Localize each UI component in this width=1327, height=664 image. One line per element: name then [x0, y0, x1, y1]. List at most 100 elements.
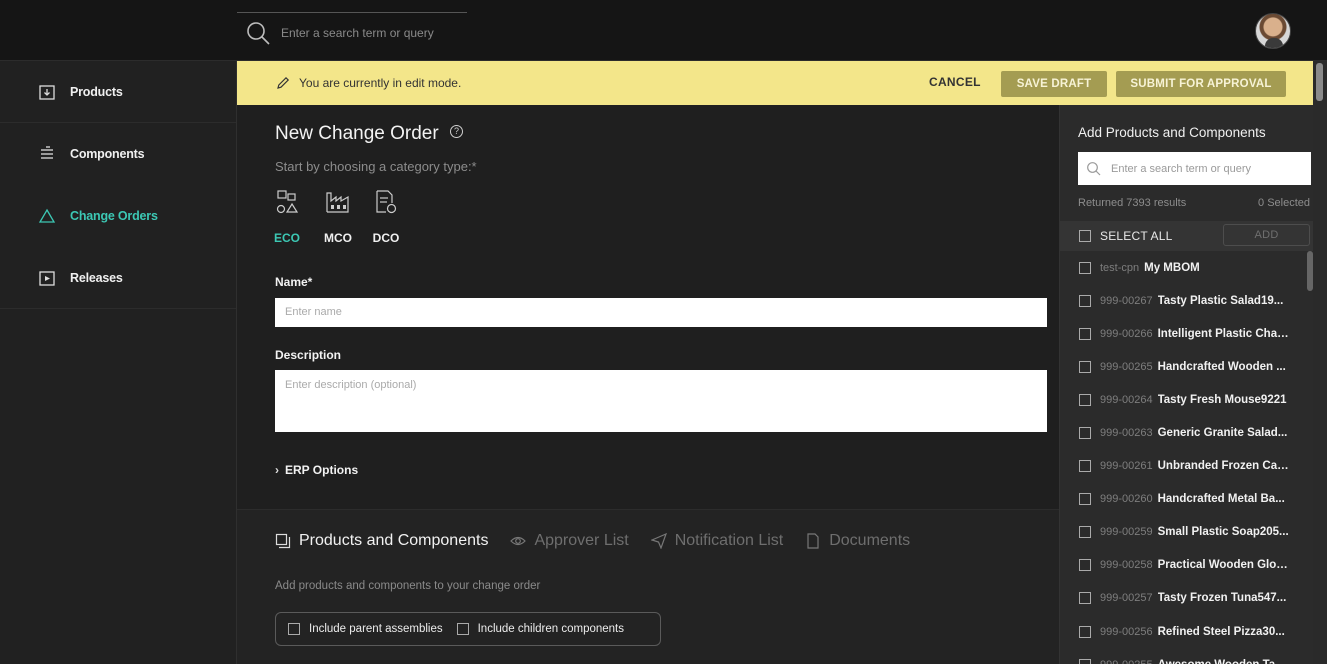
sidebar: Products Components Change Orders Releas… — [0, 61, 237, 664]
checkbox-box — [456, 623, 469, 635]
list-item[interactable]: 999-00266 Intelligent Plastic Chai... — [1060, 317, 1314, 350]
list-item[interactable]: 999-00267 Tasty Plastic Salad19... — [1060, 284, 1314, 317]
item-checkbox[interactable] — [1079, 460, 1091, 473]
item-name: Refined Steel Pizza30... — [1157, 625, 1285, 638]
factory-icon — [326, 192, 349, 213]
category-label: ECO — [273, 231, 300, 245]
include-children-checkbox[interactable]: Include children components — [456, 623, 624, 635]
include-options: Include parent assemblies Include childr… — [275, 612, 661, 646]
edit-mode-message: You are currently in edit mode. — [299, 76, 462, 90]
erp-options-label: ERP Options — [285, 463, 359, 477]
list-item[interactable]: 999-00264 Tasty Fresh Mouse9221 — [1060, 383, 1314, 416]
products-hint: Add products and components to your chan… — [275, 580, 541, 592]
item-name: Tasty Frozen Tuna547... — [1157, 592, 1287, 605]
change-order-details: Products and Components Approver List No… — [237, 509, 1059, 664]
page-title: New Change Order — [275, 123, 439, 144]
global-search-input[interactable]: Enter a search term or query — [281, 26, 434, 40]
item-cpn: 999-00265 — [1100, 360, 1153, 373]
sidebar-item-label: Releases — [70, 270, 123, 285]
item-checkbox[interactable] — [1079, 427, 1091, 440]
item-checkbox[interactable] — [1079, 625, 1091, 638]
tab-products-and-components[interactable]: Products and Components — [275, 532, 488, 550]
list-item[interactable]: 999-00256 Refined Steel Pizza30... — [1060, 615, 1314, 648]
edit-mode-banner: You are currently in edit mode. CANCEL S… — [237, 61, 1313, 105]
name-field[interactable]: Enter name — [275, 298, 1047, 327]
list-item[interactable]: 999-00258 Practical Wooden Glov... — [1060, 549, 1314, 582]
category-label: DCO — [372, 231, 400, 245]
submit-for-approval-button[interactable]: SUBMIT FOR APPROVAL — [1116, 71, 1286, 97]
add-products-panel: Add Products and Components Enter a sear… — [1059, 105, 1314, 664]
category-eco[interactable]: ECO — [267, 189, 307, 245]
item-checkbox[interactable] — [1079, 393, 1091, 406]
components-stack-icon — [41, 146, 53, 159]
item-checkbox[interactable] — [1079, 261, 1091, 274]
item-checkbox[interactable] — [1079, 559, 1091, 572]
sidebar-item-products[interactable]: Products — [0, 61, 236, 123]
item-cpn: 999-00260 — [1100, 493, 1153, 506]
help-icon[interactable]: ? — [450, 125, 463, 138]
item-checkbox[interactable] — [1079, 493, 1091, 506]
list-item[interactable]: 999-00263 Generic Granite Salad... — [1060, 416, 1314, 449]
description-field[interactable]: Enter description (optional) — [275, 370, 1047, 432]
sidebar-item-change-orders[interactable]: Change Orders — [0, 185, 236, 247]
sidebar-item-components[interactable]: Components — [0, 123, 236, 185]
tab-documents[interactable]: Documents — [805, 532, 910, 550]
list-item[interactable]: 999-00261 Unbranded Frozen Car... — [1060, 450, 1314, 483]
page-scrollbar-thumb[interactable] — [1316, 63, 1323, 101]
include-parent-checkbox[interactable]: Include parent assemblies — [288, 623, 443, 635]
document-icon — [807, 533, 819, 549]
item-name: Tasty Plastic Salad19... — [1157, 294, 1284, 307]
cancel-button[interactable]: CANCEL — [929, 75, 981, 89]
document-gear-icon — [376, 190, 397, 214]
page-scrollbar-track[interactable] — [1313, 61, 1327, 664]
erp-options-toggle[interactable]: › ERP Options — [275, 463, 358, 477]
item-cpn: 999-00256 — [1100, 625, 1153, 638]
save-draft-button[interactable]: SAVE DRAFT — [1001, 71, 1107, 97]
item-checkbox[interactable] — [1079, 294, 1091, 307]
item-cpn: 999-00267 — [1100, 294, 1153, 307]
panel-search-input[interactable]: Enter a search term or query — [1078, 152, 1311, 185]
tab-approver-list[interactable]: Approver List — [510, 532, 629, 550]
tab-label: Products and Components — [299, 532, 489, 549]
description-label: Description — [275, 348, 342, 362]
tab-label: Documents — [829, 532, 911, 549]
item-cpn: 999-00259 — [1100, 526, 1153, 539]
tab-notification-list[interactable]: Notification List — [650, 532, 783, 550]
selected-count: 0 Selected — [1258, 197, 1310, 209]
copy-icon — [275, 533, 291, 549]
item-cpn: 999-00261 — [1100, 460, 1153, 473]
user-avatar[interactable] — [1255, 13, 1291, 49]
item-checkbox[interactable] — [1079, 526, 1091, 539]
list-item[interactable]: 999-00260 Handcrafted Metal Ba... — [1060, 483, 1314, 516]
top-bar: Enter a search term or query — [0, 0, 1327, 61]
item-cpn: 999-00255 — [1100, 659, 1153, 664]
select-all-checkbox[interactable] — [1079, 230, 1091, 242]
list-item[interactable]: 999-00259 Small Plastic Soap205... — [1060, 516, 1314, 549]
item-cpn: test-cpn — [1100, 261, 1140, 274]
list-item[interactable]: 999-00265 Handcrafted Wooden ... — [1060, 350, 1314, 383]
eco-icon — [276, 190, 299, 214]
item-checkbox[interactable] — [1079, 327, 1091, 340]
item-cpn: 999-00257 — [1100, 592, 1153, 605]
sidebar-item-releases[interactable]: Releases — [0, 247, 236, 309]
item-checkbox[interactable] — [1079, 658, 1091, 664]
name-label: Name* — [275, 275, 313, 289]
add-button[interactable]: ADD — [1223, 224, 1310, 246]
chevron-right-icon: › — [275, 463, 279, 477]
search-icon — [1087, 162, 1101, 176]
category-mco[interactable]: MCO — [318, 189, 358, 245]
item-cpn: 999-00264 — [1100, 393, 1153, 406]
item-checkbox[interactable] — [1079, 360, 1091, 373]
item-checkbox[interactable] — [1079, 592, 1091, 605]
item-name: Handcrafted Metal Ba... — [1157, 493, 1285, 506]
list-item[interactable]: 999-00255 Awesome Wooden Ta... — [1060, 648, 1314, 664]
category-dco[interactable]: DCO — [366, 189, 406, 245]
eye-icon — [510, 536, 527, 546]
search-icon — [247, 21, 270, 45]
list-item[interactable]: 999-00257 Tasty Frozen Tuna547... — [1060, 582, 1314, 615]
results-list: test-cpn My MBOM 999-00267 Tasty Plastic Sa… — [1060, 251, 1314, 664]
item-name: Unbranded Frozen Car... — [1157, 460, 1290, 473]
list-item[interactable]: test-cpn My MBOM — [1060, 251, 1314, 284]
global-search[interactable]: Enter a search term or query — [237, 12, 467, 52]
sidebar-item-label: Products — [70, 84, 123, 99]
